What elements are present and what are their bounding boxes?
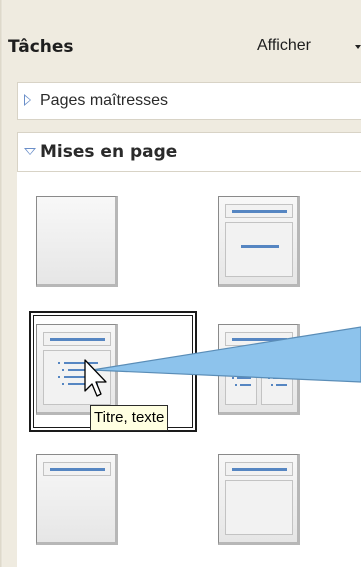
text-line (237, 377, 251, 379)
chevron-down-icon[interactable] (355, 45, 361, 49)
bullet-dot (235, 370, 237, 372)
title-placeholder (225, 332, 293, 346)
text-line (276, 370, 287, 372)
layout-tooltip: Titre, texte (90, 405, 169, 431)
panel-header: Tâches Afficher (6, 26, 361, 66)
content-placeholder (225, 480, 293, 535)
bullet-dot (235, 384, 237, 386)
title-placeholder (225, 204, 293, 218)
expand-triangle-icon[interactable] (24, 94, 31, 106)
bullet-dot (268, 363, 270, 365)
content-bar (241, 245, 279, 248)
left-text-placeholder (225, 350, 257, 405)
layout-title-text-bottom[interactable] (218, 454, 300, 545)
title-bar (232, 468, 287, 471)
title-placeholder (43, 462, 111, 476)
bullet-dot (271, 370, 273, 372)
bullet-dot (232, 363, 234, 365)
layout-blank[interactable] (36, 196, 118, 287)
collapse-triangle-icon[interactable] (24, 148, 36, 155)
text-line (237, 363, 251, 365)
view-menu-button[interactable]: Afficher (257, 37, 311, 55)
text-line (240, 370, 251, 372)
section-master-pages[interactable]: Pages maîtresses (17, 82, 361, 120)
bullet-dot (268, 377, 270, 379)
text-line (273, 363, 287, 365)
right-text-placeholder (261, 350, 293, 405)
section-layouts-label[interactable]: Mises en page (40, 142, 177, 162)
text-line (273, 377, 287, 379)
bullet-dot (271, 384, 273, 386)
content-placeholder (225, 222, 293, 277)
text-line (276, 384, 287, 386)
tasks-panel: Tâches Afficher Pages maîtresses Mises e… (0, 0, 361, 567)
panel-left-border (0, 0, 3, 567)
title-bar (232, 210, 287, 213)
text-line (240, 384, 251, 386)
section-layouts[interactable]: Mises en page (17, 132, 361, 172)
panel-title: Tâches (8, 37, 74, 57)
section-master-pages-label[interactable]: Pages maîtresses (40, 92, 168, 110)
title-bar (232, 338, 287, 341)
layout-title-content[interactable] (218, 196, 300, 287)
bullet-dot (232, 377, 234, 379)
title-placeholder (225, 462, 293, 476)
title-bar (50, 468, 105, 471)
layout-title-only[interactable] (36, 454, 118, 545)
layout-title-two-text-columns[interactable] (218, 324, 300, 415)
